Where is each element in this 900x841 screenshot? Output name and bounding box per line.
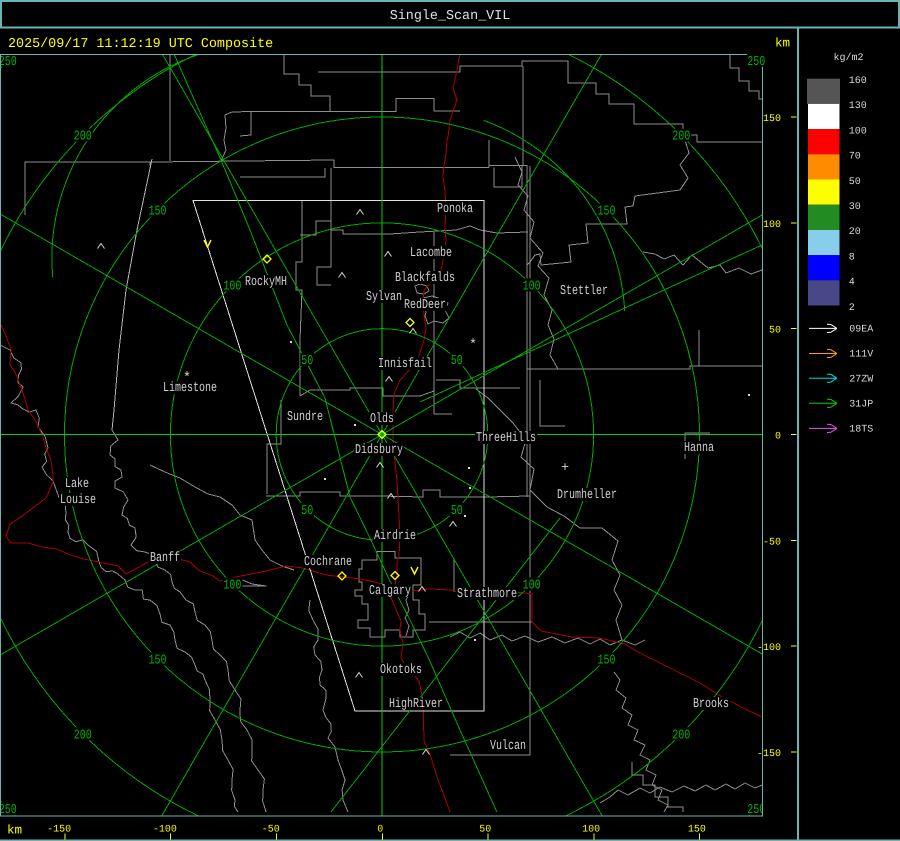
svg-text:Innisfail: Innisfail: [378, 357, 432, 372]
svg-text:27ZW: 27ZW: [849, 374, 873, 385]
svg-text:km: km: [775, 37, 790, 51]
svg-text:Lacombe: Lacombe: [410, 246, 452, 261]
svg-text:18TS: 18TS: [849, 425, 873, 436]
svg-text:09EA: 09EA: [849, 325, 873, 336]
svg-text:50: 50: [769, 326, 781, 337]
svg-text:Lake: Lake: [65, 477, 89, 492]
svg-text:130: 130: [849, 101, 867, 112]
svg-text:50: 50: [301, 504, 313, 519]
svg-text:Single_Scan_VIL: Single_Scan_VIL: [390, 9, 511, 24]
svg-text:-50: -50: [763, 537, 781, 548]
svg-text:2025/09/17 11:12:19 UTC Compos: 2025/09/17 11:12:19 UTC Composite: [8, 37, 273, 52]
svg-text:50: 50: [451, 504, 463, 519]
svg-text:Okotoks: Okotoks: [380, 663, 422, 678]
svg-text:100: 100: [523, 279, 541, 294]
svg-text:kg/m2: kg/m2: [834, 52, 864, 64]
svg-text:111V: 111V: [849, 350, 873, 361]
svg-text:Sundre: Sundre: [287, 410, 323, 425]
svg-text:150: 150: [149, 654, 167, 669]
svg-text:150: 150: [149, 205, 167, 220]
svg-text:Strathmore: Strathmore: [457, 587, 517, 602]
svg-text:Louise: Louise: [60, 493, 96, 508]
svg-text:150: 150: [598, 205, 616, 220]
svg-text:-100: -100: [153, 824, 177, 835]
svg-text:-50: -50: [262, 824, 280, 835]
svg-text:Ponoka: Ponoka: [437, 202, 473, 217]
svg-text:*: *: [469, 338, 477, 353]
svg-text:20: 20: [849, 227, 861, 238]
svg-text:Blackfalds: Blackfalds: [395, 271, 455, 286]
svg-text:50: 50: [479, 824, 491, 835]
svg-text:Stettler: Stettler: [560, 284, 608, 299]
svg-text:150: 150: [763, 114, 781, 125]
svg-text:Brooks: Brooks: [693, 697, 729, 712]
svg-text:50: 50: [849, 177, 861, 188]
svg-text:250: 250: [0, 55, 17, 70]
svg-text:Cochrane: Cochrane: [304, 555, 352, 570]
svg-text:160: 160: [849, 76, 867, 87]
svg-text:50: 50: [451, 354, 463, 369]
svg-text:100: 100: [763, 220, 781, 231]
svg-text:RedDeer: RedDeer: [404, 298, 446, 313]
svg-text:31JP: 31JP: [849, 400, 873, 411]
svg-text:50: 50: [301, 354, 313, 369]
svg-text:Olds: Olds: [370, 412, 394, 427]
svg-text:150: 150: [598, 654, 616, 669]
svg-text:8: 8: [849, 252, 855, 263]
svg-text:200: 200: [74, 728, 92, 743]
svg-text:-150: -150: [47, 824, 71, 835]
svg-text:Drumheller: Drumheller: [557, 488, 617, 503]
svg-text:200: 200: [672, 728, 690, 743]
svg-text:Airdrie: Airdrie: [374, 529, 416, 544]
svg-text:100: 100: [582, 824, 600, 835]
svg-text:250: 250: [747, 55, 765, 70]
svg-text:150: 150: [688, 824, 706, 835]
svg-text:4: 4: [849, 278, 855, 289]
svg-text:100: 100: [223, 579, 241, 594]
svg-text:+: +: [561, 461, 569, 476]
svg-text:70: 70: [849, 152, 861, 163]
svg-text:2: 2: [849, 303, 855, 314]
svg-text:ThreeHills: ThreeHills: [476, 431, 536, 446]
svg-text:HighRiver: HighRiver: [389, 697, 443, 712]
svg-text:Calgary: Calgary: [369, 584, 411, 599]
svg-text:100: 100: [223, 279, 241, 294]
svg-text:200: 200: [672, 130, 690, 145]
svg-text:30: 30: [849, 202, 861, 213]
svg-text:Banff: Banff: [150, 551, 180, 566]
svg-text:RockyMH: RockyMH: [245, 275, 287, 290]
svg-text:km: km: [7, 824, 22, 838]
svg-text:Limestone: Limestone: [163, 381, 217, 396]
svg-text:Sylvan: Sylvan: [366, 290, 402, 305]
svg-text:Vulcan: Vulcan: [490, 739, 526, 754]
svg-text:-100: -100: [757, 643, 781, 654]
svg-text:-150: -150: [757, 749, 781, 760]
svg-text:200: 200: [74, 130, 92, 145]
svg-text:100: 100: [523, 579, 541, 594]
svg-text:0: 0: [775, 432, 781, 443]
svg-text:100: 100: [849, 126, 867, 137]
svg-text:Hanna: Hanna: [684, 441, 714, 456]
svg-text:Didsbury: Didsbury: [355, 443, 403, 458]
